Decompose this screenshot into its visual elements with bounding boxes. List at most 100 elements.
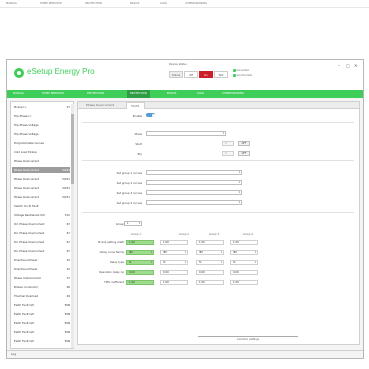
setting-cell[interactable]: SI ▾ (196, 260, 224, 265)
sidebar-item[interactable]: Trip Phase Voltage (12, 131, 70, 137)
nav-protection-active[interactable]: PROTECTION (127, 90, 150, 98)
sidebar-item[interactable]: Switch On To Fault (12, 203, 70, 209)
nav-commissioning[interactable]: COMMISSIONING (222, 92, 244, 95)
start-value[interactable]: 0 (222, 141, 234, 146)
sidebar-item[interactable]: Earth Fault O/C 50N (12, 329, 70, 335)
sidebar-item[interactable]: Cold Load Pickup (12, 149, 70, 155)
enable-toggle[interactable] (146, 113, 155, 117)
nav-manual[interactable]: MANUAL (13, 92, 24, 95)
setting-cell[interactable]: IEC ▾ (160, 250, 188, 255)
sidebar-item[interactable]: Trip Phase Voltage (12, 122, 70, 128)
setting-cell[interactable]: 1.00 (196, 280, 224, 285)
sidebar-item-label: Phase Overcurrent (14, 177, 39, 181)
trip-off-button[interactable]: OFF (238, 151, 250, 156)
sidebar-item-code: 51V (64, 213, 70, 217)
setting-cell[interactable]: 1.00 (230, 240, 258, 245)
chevron-down-icon: ▾ (254, 251, 256, 254)
setting-cell[interactable]: SI ▾ (126, 260, 154, 265)
sidebar-item[interactable]: Broken Conductor 46 (12, 284, 70, 290)
sidebar-item[interactable]: Directional Power 32 (12, 257, 70, 263)
setting-cell[interactable]: 0.00 (126, 270, 154, 275)
sidebar-item[interactable]: Dir. Phase Overcurrent 67 (12, 239, 70, 245)
setting-cell[interactable]: 0.00 (230, 270, 258, 275)
setting-cell[interactable]: 0.00 (196, 270, 224, 275)
minimize-button[interactable]: – (338, 63, 340, 68)
chevron-down-icon: ▾ (220, 261, 222, 264)
group-select[interactable]: 1 ▾ (124, 221, 142, 226)
sidebar-item[interactable]: Dir. Phase Overcurrent 67 (12, 221, 70, 227)
mode-off-button[interactable]: Off (184, 71, 198, 78)
sidebar-item[interactable]: Dir. Phase Overcurrent 67 (12, 230, 70, 236)
setgroup4-label: Set group 4 curves (116, 201, 142, 205)
sidebar-item-code: 46 (66, 285, 70, 289)
sidebar-item[interactable]: Earth Fault O/C 50N (12, 302, 70, 308)
setting-cell[interactable]: 0.00 (160, 270, 188, 275)
sidebar-item[interactable]: Phase Overcurrent 50/51 (12, 176, 70, 182)
sidebar-item[interactable]: Trip Phase I> (12, 113, 70, 119)
mode-on-button[interactable]: On (199, 71, 213, 78)
chevron-down-icon: ▾ (238, 191, 240, 194)
start-label: Start (135, 142, 142, 146)
tab-phase-overcurrent[interactable]: Phase Overcurrent (82, 102, 118, 109)
sidebar-item[interactable]: Phase Undercurrent 37 (12, 275, 70, 281)
setgroup4-select[interactable]: ▾ (146, 200, 242, 205)
sidebar-item[interactable]: Phase Overcurrent 50/51 (12, 185, 70, 191)
sidebar-item[interactable]: Directional Power 32 (12, 266, 70, 272)
setting-cell[interactable]: SI ▾ (160, 260, 188, 265)
sidebar-item-code: 49 (66, 294, 70, 298)
setgroup3-select[interactable]: ▾ (146, 190, 242, 195)
sidebar-item[interactable]: Programmable Curves (12, 140, 70, 146)
setting-cell[interactable]: 1.00 (126, 280, 154, 285)
sidebar-scrollbar[interactable] (71, 104, 74, 348)
setting-cell[interactable]: 1.00 (196, 240, 224, 245)
setting-value: 1.00 (233, 281, 239, 284)
sidebar-item-label: Phase Overcurrent (14, 195, 39, 199)
sidebar-item[interactable]: Earth Fault O/C 50N (12, 320, 70, 326)
sidebar-item-label: Earth Fault O/C (14, 312, 35, 316)
sidebar-item-label: Directional Power (14, 258, 38, 262)
sidebar-item-code: 67 (66, 240, 70, 244)
setgroup2-select[interactable]: ▾ (146, 180, 242, 185)
setting-value: 0.00 (199, 271, 205, 274)
sidebar-item[interactable]: Earth Fault O/C 50N (12, 311, 70, 317)
start-off-button[interactable]: OFF (238, 141, 250, 146)
nav-home[interactable]: HOME REMOVED (42, 92, 64, 95)
setting-value: 1.00 (129, 281, 135, 284)
main-nav: MANUAL HOME REMOVED PROTECTION PROTECTIO… (7, 90, 363, 98)
nav-basics[interactable]: BASICS (167, 92, 176, 95)
sidebar-item[interactable]: Earth Fault O/C 50N (12, 338, 70, 344)
mode-test-button[interactable]: Test (214, 71, 228, 78)
sidebar-item[interactable]: Thermal Overload 49 (12, 293, 70, 299)
mode-select[interactable]: ▾ (146, 131, 226, 136)
sidebar-item-code: 67 (66, 249, 70, 253)
setting-cell[interactable]: 1.00 (126, 240, 154, 245)
setting-value: 0.00 (129, 271, 135, 274)
setting-cell[interactable]: IEC ▾ (196, 250, 224, 255)
sidebar-item-label: Dir. Phase Overcurrent (14, 222, 45, 226)
setting-cell[interactable]: SI ▾ (230, 260, 258, 265)
column-header-group3: Group 3 (209, 233, 219, 236)
setting-cell[interactable]: IEC ▾ (230, 250, 258, 255)
sidebar-item[interactable]: Dir. Phase Overcurrent 67 (12, 248, 70, 254)
sidebar-item[interactable]: Voltage Restrained O/C 51V (12, 212, 70, 218)
sidebar-item[interactable]: Phase Overcurrent 50/51 (12, 194, 70, 200)
maximize-button[interactable]: □ (346, 63, 350, 68)
log-label[interactable]: Log (11, 352, 16, 356)
close-button[interactable]: ✕ (354, 63, 357, 68)
setting-cell[interactable]: IEC ▾ (126, 250, 154, 255)
setting-cell[interactable]: 1.00 (160, 280, 188, 285)
setgroup1-select[interactable]: ▾ (146, 170, 242, 175)
chevron-down-icon: ▾ (150, 251, 152, 254)
setting-cell[interactable]: 1.00 (230, 280, 258, 285)
trip-value[interactable]: 0 (222, 151, 234, 156)
nav-protection[interactable]: PROTECTION (87, 92, 104, 95)
scroll-thumb[interactable] (71, 114, 74, 184)
nav-logs[interactable]: LOGS (197, 92, 204, 95)
sidebar-item-label: Phase Overcurrent (14, 159, 39, 163)
mode-online-button[interactable]: Online (169, 71, 183, 78)
sidebar-item[interactable]: Phase Overcurrent (12, 158, 70, 164)
sidebar-item[interactable]: Pickup I> 27 (12, 104, 70, 110)
setting-cell[interactable]: 1.00 (160, 240, 188, 245)
sidebar-item[interactable]: Phase Overcurrent 50/51 (12, 167, 70, 173)
tab-5051[interactable]: 50/51 (126, 102, 145, 109)
